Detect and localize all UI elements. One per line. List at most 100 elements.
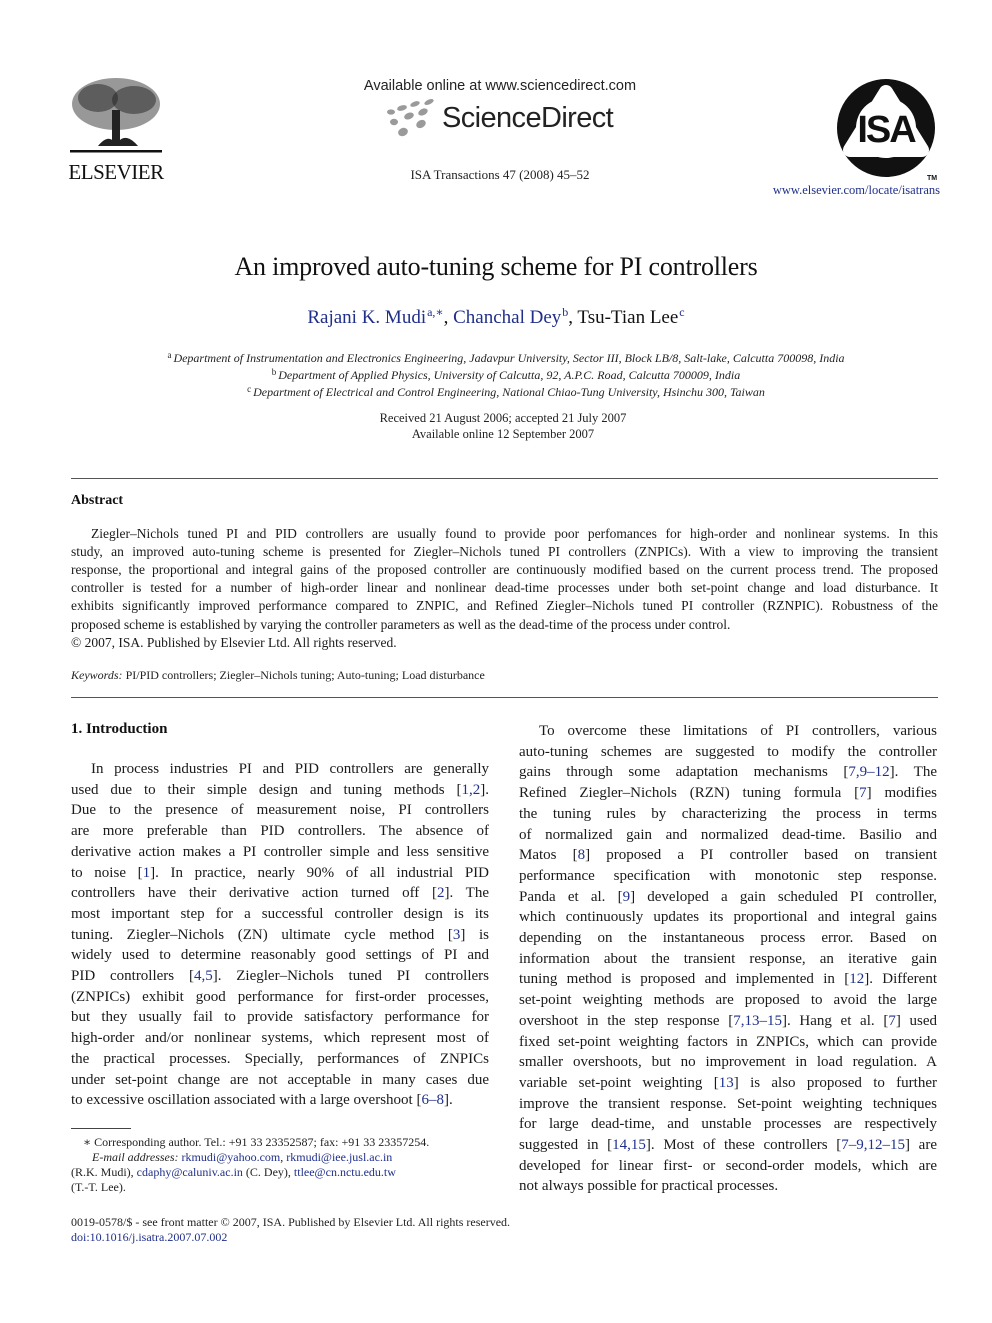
author-link-mudi[interactable]: Rajani K. Mudi	[307, 307, 426, 328]
paragraph-line: suggested in [14,15]. Most of these cont…	[519, 1137, 937, 1153]
paragraph-line: under set-point change are not acceptabl…	[71, 1071, 489, 1088]
abstract-line: response, the proportional and integral …	[71, 562, 938, 577]
paragraph-line: In process industries PI and PID control…	[91, 761, 489, 777]
sciencedirect-logo: ScienceDirect	[385, 98, 625, 142]
citation-link[interactable]: 2	[437, 885, 445, 901]
author-sup[interactable]: a,∗	[427, 305, 443, 319]
author-link-dey[interactable]: Chanchal Dey	[453, 307, 561, 328]
citation-link[interactable]: 9	[623, 889, 631, 905]
email-owner: (R.K. Mudi),	[71, 1165, 134, 1179]
keywords: Keywords: PI/PID controllers; Ziegler–Ni…	[71, 668, 485, 683]
paragraph-line: most important step for a successful con…	[71, 905, 489, 922]
copyright-line: © 2007, ISA. Published by Elsevier Ltd. …	[71, 635, 397, 650]
citation-link[interactable]: 7	[859, 785, 867, 801]
citation-link[interactable]: 4,5	[194, 968, 213, 984]
article-title: An improved auto-tuning scheme for PI co…	[234, 252, 758, 281]
affiliation-text: Department of Instrumentation and Electr…	[173, 351, 845, 365]
divider-top	[71, 478, 938, 479]
citation-link[interactable]: 6–8	[421, 1092, 444, 1108]
paragraph-line: to excessive oscillation associated with…	[71, 1092, 453, 1109]
email-line-3: (T.-T. Lee).	[71, 1180, 126, 1194]
abstract-line: exhibits significantly improved performa…	[71, 598, 938, 613]
citation-link[interactable]: 7,13–15	[733, 1013, 782, 1029]
paragraph-line: but they usually fail to provide satisfa…	[71, 1009, 489, 1026]
paragraph-line: to noise [1]. In practice, nearly 90% of…	[71, 864, 490, 881]
author-separator: ,	[443, 307, 454, 328]
isa-logo-text: ISA	[857, 109, 916, 151]
citation-link[interactable]: 1	[143, 865, 151, 881]
email-owner: (C. Dey),	[245, 1165, 291, 1179]
paragraph-line: smaller overshoots, but no improvement i…	[519, 1054, 937, 1071]
citation-link[interactable]: 13	[719, 1075, 734, 1091]
email-link[interactable]: rkmudi@yahoo.com	[182, 1150, 281, 1164]
email-link[interactable]: ttlee@cn.nctu.edu.tw	[294, 1165, 396, 1179]
paragraph-line: the tuning rules by characterizing the p…	[519, 805, 937, 822]
affiliation-sup: b	[271, 367, 277, 377]
paragraph-line: developed for linear first- or second-or…	[519, 1157, 937, 1174]
affiliation-sup: c	[247, 384, 252, 394]
citation-link[interactable]: 3	[453, 927, 461, 943]
citation-link[interactable]: 8	[578, 847, 586, 863]
paragraph-line: variable set-point weighting [13] is als…	[519, 1074, 937, 1091]
citation-link[interactable]: 7,9–12	[848, 764, 889, 780]
front-matter-note: 0019-0578/$ - see front matter © 2007, I…	[71, 1215, 511, 1229]
citation-link[interactable]: 7–9,12–15	[841, 1137, 905, 1153]
elsevier-logo: ELSEVIER	[68, 76, 164, 184]
paragraph-line: PID controllers [4,5]. Ziegler–Nichols t…	[71, 968, 490, 984]
paragraph-line: Matos [8] proposed a PI controller based…	[519, 847, 937, 864]
email-line-2: (R.K. Mudi), cdaphy@caluniv.ac.in (C. De…	[71, 1165, 396, 1180]
paragraph-line: used due to their simple design and tuni…	[71, 781, 489, 798]
affiliation-text: Department of Electrical and Control Eng…	[253, 385, 765, 399]
footnote-divider	[71, 1128, 131, 1129]
abstract-heading: Abstract	[71, 493, 124, 508]
isa-logo-icon: ISA TM	[837, 79, 937, 182]
divider-bottom	[71, 697, 938, 698]
section-heading: 1. Introduction	[71, 721, 168, 737]
paragraph-line: of normalized gain and normalized dead-t…	[519, 826, 937, 843]
affiliation-b: b Department of Applied Physics, Universi…	[0, 367, 992, 383]
abstract-line: proposed scheme is established by varyin…	[71, 617, 731, 632]
paragraph-line: To overcome these limitations of PI cont…	[539, 723, 937, 739]
citation-link[interactable]: 14,15	[612, 1137, 646, 1153]
citation-link[interactable]: 1,2	[462, 782, 481, 798]
keywords-label: Keywords:	[71, 668, 123, 682]
elsevier-tree-icon	[70, 78, 162, 153]
abstract-line: Ziegler–Nichols tuned PI and PID control…	[91, 526, 938, 541]
sciencedirect-dots-icon	[387, 98, 434, 137]
paragraph-line: tuning. Ziegler–Nichols (ZN) ultimate cy…	[71, 926, 489, 943]
paragraph-line: tuning method is proposed and implemente…	[519, 971, 937, 988]
paragraph-line: gains through some adaptation mechanisms…	[519, 764, 937, 781]
paragraph-line: depending on the instantaneous process e…	[519, 930, 937, 946]
affiliation-sup: a	[167, 350, 172, 360]
email-link[interactable]: rkmudi@iee.jusl.ac.in	[286, 1150, 392, 1164]
paragraph-line: overshoot in the step response [7,13–15]…	[519, 1012, 938, 1029]
email-link[interactable]: cdaphy@caluniv.ac.in	[137, 1165, 243, 1179]
doi-link[interactable]: doi:10.1016/j.isatra.2007.07.002	[71, 1230, 227, 1245]
available-online-text: Available online at www.sciencedirect.co…	[363, 78, 637, 94]
journal-reference: ISA Transactions 47 (2008) 45–52	[410, 167, 590, 182]
keywords-list: PI/PID controllers; Ziegler–Nichols tuni…	[125, 668, 485, 682]
journal-url-link[interactable]: www.elsevier.com/locate/isatrans	[740, 183, 940, 198]
paragraph-line: auto-tuning schemes are suggested to mod…	[519, 743, 937, 760]
paragraph-line: improve the transient response. Set-poin…	[519, 1095, 937, 1112]
corresponding-author-note: ∗ Corresponding author. Tel.: +91 33 233…	[83, 1135, 430, 1149]
received-date: Received 21 August 2006; accepted 21 Jul…	[379, 411, 627, 425]
paragraph-line: (ZNPICs) exhibit good performance for fi…	[71, 988, 489, 1005]
paragraph-line: information about the transient response…	[519, 950, 937, 967]
affiliation-a: a Department of Instrumentation and Elect…	[0, 350, 992, 366]
paragraph-line: not always possible for practical proces…	[519, 1178, 779, 1195]
paragraph-line: which continuously updates its proportio…	[519, 909, 937, 926]
email-line-1: E-mail addresses: rkmudi@yahoo.com, rkmu…	[92, 1150, 393, 1164]
paragraph-line: performance specification with monotonic…	[519, 867, 937, 884]
citation-link[interactable]: 12	[849, 971, 864, 987]
paragraph-line: Refined Ziegler–Nichols (RZN) tuning for…	[519, 785, 937, 802]
author-sup[interactable]: c	[679, 305, 684, 319]
paragraph-line: Due to the presence of measurement noise…	[71, 802, 489, 819]
sciencedirect-wordmark: ScienceDirect	[442, 102, 614, 134]
abstract-line: study, an improved auto-tuning scheme is…	[71, 544, 938, 559]
paragraph-line: the practical processes. Specially, perf…	[71, 1050, 489, 1067]
isa-logo: ISA TM	[834, 78, 942, 182]
citation-link[interactable]: 7	[888, 1013, 896, 1029]
affiliation-text: Department of Applied Physics, Universit…	[278, 368, 741, 382]
paragraph-line: for large dead-time, and unstable proces…	[519, 1116, 937, 1133]
